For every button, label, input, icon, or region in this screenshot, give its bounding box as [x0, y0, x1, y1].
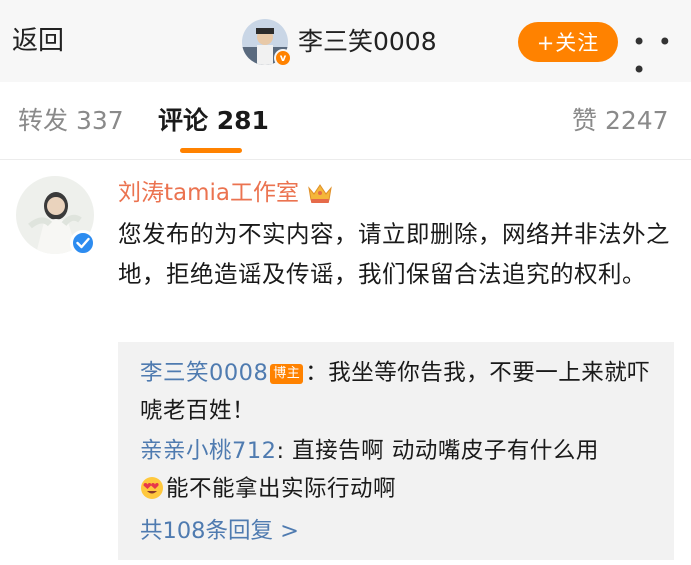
top-bar: 返回 v 李三笑0008 +关注 • • •: [0, 0, 691, 84]
avatar[interactable]: v: [242, 19, 292, 67]
tab-repost[interactable]: 转发 337: [18, 104, 124, 138]
comment-author-name[interactable]: 刘涛tamia工作室: [118, 176, 299, 210]
reply-text: : 直接告啊 动动嘴皮子有什么用: [276, 438, 599, 464]
tab-bar: 转发 337 评论 281 赞 2247: [0, 82, 691, 160]
comment-item: 刘涛tamia工作室 您发布的为不实内容，请立即删除，网络并非法外之地，拒绝造谣…: [0, 160, 691, 565]
more-icon[interactable]: • • •: [632, 28, 691, 84]
list-item[interactable]: 李三笑0008 博主 ：我坐等你告我，不要一上来就吓唬老百姓！: [140, 354, 654, 430]
follow-button[interactable]: +关注: [518, 22, 618, 62]
reply-text-continued: 能不能拿出实际行动啊: [166, 476, 397, 502]
more-replies-link[interactable]: 共108条回复 >: [140, 512, 654, 550]
reply-user[interactable]: 亲亲小桃712: [140, 438, 276, 464]
profile-header[interactable]: v 李三笑0008: [242, 18, 437, 67]
verified-icon: [70, 230, 96, 256]
reply-list[interactable]: 李三笑0008 博主 ：我坐等你告我，不要一上来就吓唬老百姓！ 亲亲小桃712: 直…: [118, 342, 674, 560]
page-title: 李三笑0008: [298, 27, 437, 56]
comment-author[interactable]: 刘涛tamia工作室: [118, 176, 333, 210]
tab-likes[interactable]: 赞 2247: [572, 104, 669, 138]
back-button[interactable]: 返回: [12, 24, 64, 58]
comment-text: 您发布的为不实内容，请立即删除，网络并非法外之地，拒绝造谣及传谣，我们保留合法追…: [118, 220, 670, 288]
list-item[interactable]: 亲亲小桃712: 直接告啊 动动嘴皮子有什么用 能不能拿出实际行动啊: [140, 432, 654, 508]
comment-avatar[interactable]: [16, 176, 96, 256]
verified-icon: v: [274, 49, 292, 67]
reply-user[interactable]: 李三笑0008: [140, 360, 268, 386]
tab-comments[interactable]: 评论 281: [158, 104, 269, 138]
active-tab-indicator: [180, 148, 242, 153]
crown-icon: [308, 184, 332, 203]
heart-eyes-emoji-icon: [141, 477, 163, 499]
author-badge: 博主: [270, 364, 304, 384]
